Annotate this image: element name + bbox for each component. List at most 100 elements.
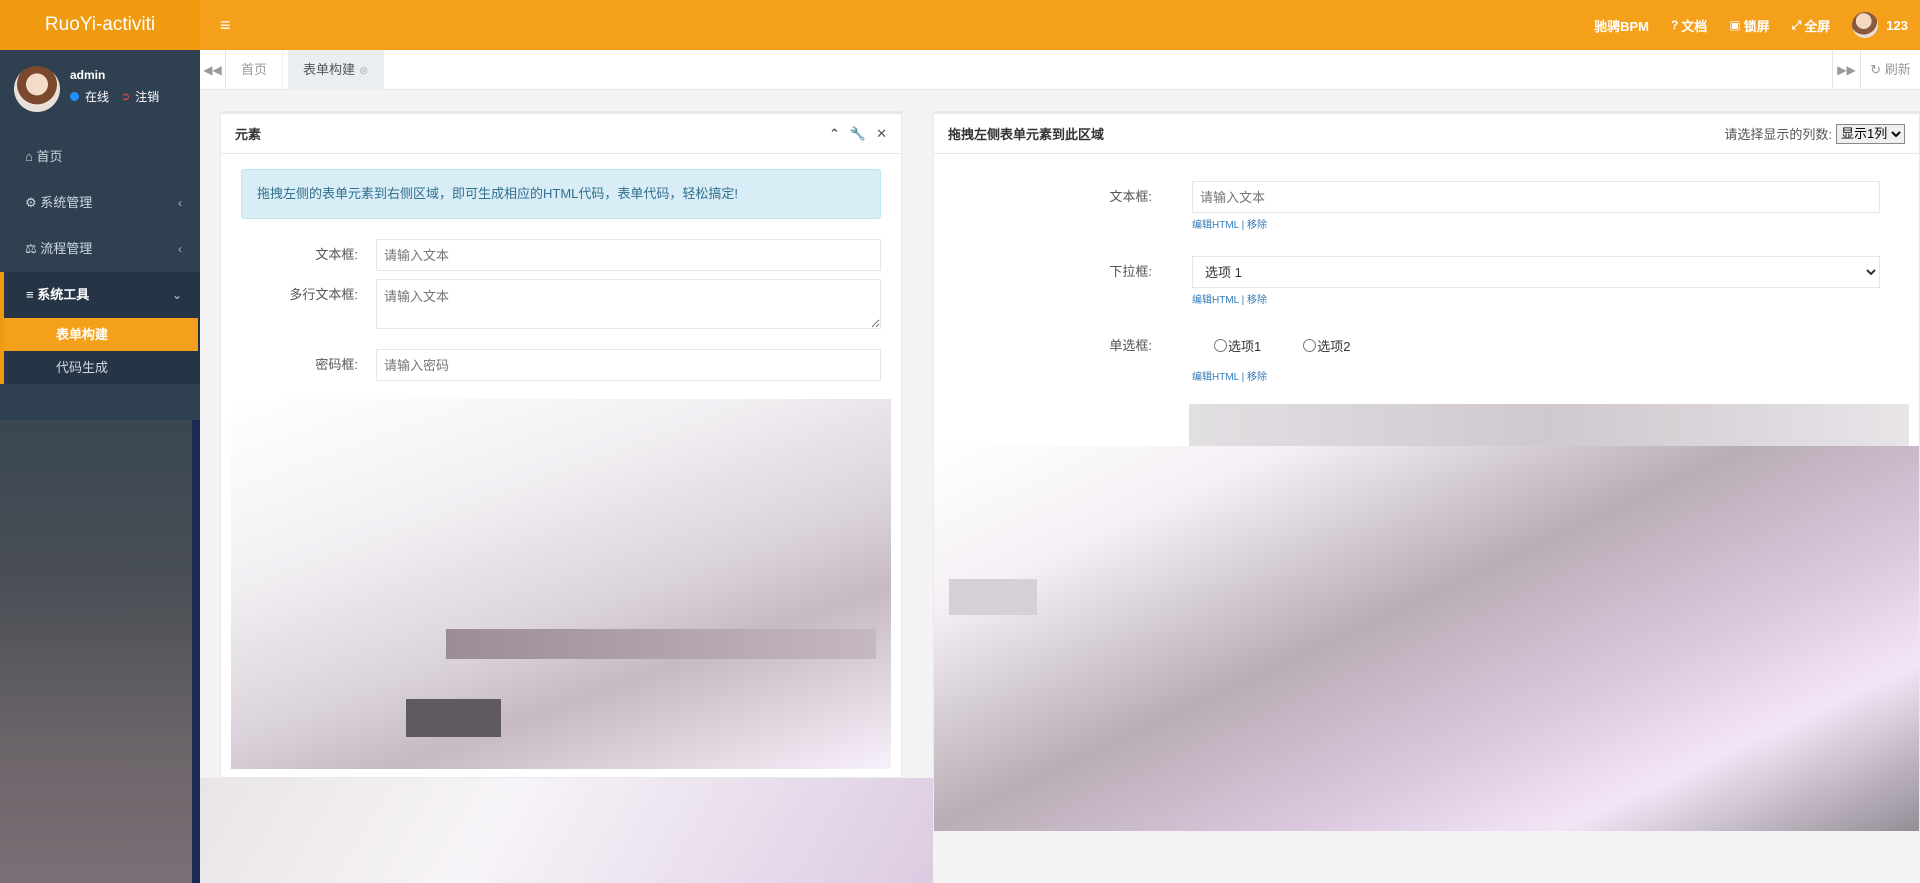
obscured-area bbox=[192, 420, 200, 883]
obscured-area bbox=[0, 420, 200, 883]
gear-icon: ⚙ bbox=[25, 195, 37, 210]
panel-title: 拖拽左侧表单元素到此区域 bbox=[948, 127, 1105, 142]
password-label: 密码框: bbox=[315, 357, 358, 372]
app-logo[interactable]: RuoYi-activiti bbox=[0, 0, 200, 50]
sidebar-item-home[interactable]: ⌂ 首页 bbox=[0, 134, 200, 180]
form-canvas-panel: 拖拽左侧表单元素到此区域 请选择显示的列数: 显示1列 文本框: 编辑HTML … bbox=[933, 111, 1920, 831]
info-alert: 拖拽左侧的表单元素到右侧区域，即可生成相应的HTML代码，表单代码，轻松搞定! bbox=[241, 169, 881, 219]
dropdown-select[interactable]: 选项 1 bbox=[1192, 256, 1880, 288]
radio-option-1[interactable]: 选项1 bbox=[1214, 336, 1261, 355]
sidebar-submenu-tools: 表单构建 代码生成 bbox=[0, 318, 200, 384]
close-icon[interactable]: ✕ bbox=[876, 126, 887, 142]
edit-html-link[interactable]: 编辑HTML bbox=[1192, 295, 1239, 306]
obscured-area bbox=[406, 699, 501, 737]
chevron-left-icon: ‹ bbox=[178, 242, 182, 256]
text-field-label: 文本框: bbox=[315, 247, 358, 262]
online-label: 在线 bbox=[85, 90, 110, 104]
sidebar-profile: admin 在线 ➲ 注销 bbox=[0, 50, 200, 120]
user-name: 123 bbox=[1886, 17, 1908, 33]
user-menu[interactable]: 123 bbox=[1852, 12, 1908, 38]
chevron-left-icon: ‹ bbox=[178, 196, 182, 210]
text-input[interactable] bbox=[376, 239, 881, 271]
fullscreen-label: 全屏 bbox=[1804, 18, 1831, 34]
remove-link[interactable]: 移除 bbox=[1247, 220, 1267, 231]
tabs-next-icon[interactable]: ▶▶ bbox=[1832, 50, 1860, 90]
profile-name: admin bbox=[70, 68, 106, 82]
password-input[interactable] bbox=[376, 349, 881, 381]
balance-icon: ⚖ bbox=[25, 241, 37, 256]
close-icon[interactable]: ⊗ bbox=[359, 65, 368, 77]
form-group-password: 密码框: bbox=[241, 349, 881, 381]
separator: | bbox=[1241, 220, 1245, 231]
chevron-down-icon: ⌄ bbox=[171, 288, 182, 302]
columns-select[interactable]: 显示1列 bbox=[1836, 123, 1905, 144]
sidebar-item-code-gen[interactable]: 代码生成 bbox=[4, 351, 200, 384]
logout-icon[interactable]: ➲ bbox=[121, 90, 130, 103]
edit-html-link[interactable]: 编辑HTML bbox=[1192, 372, 1239, 383]
tab-form-build[interactable]: 表单构建 ⊗ bbox=[288, 50, 385, 90]
sidebar: admin 在线 ➲ 注销 ⌂ 首页 ⚙ 系统管理 ‹ ⚖ 流程管理 ‹ ≡ 系统工… bbox=[0, 50, 200, 883]
tab-home[interactable]: 首页 bbox=[226, 50, 284, 90]
textarea-label: 多行文本框: bbox=[289, 287, 358, 302]
lock-screen-label: 锁屏 bbox=[1743, 18, 1770, 34]
question-icon: ? bbox=[1670, 18, 1679, 32]
sidebar-menu: ⌂ 首页 ⚙ 系统管理 ‹ ⚖ 流程管理 ‹ ≡ 系统工具 ⌄ bbox=[0, 134, 200, 318]
obscured-area bbox=[1189, 404, 1909, 446]
refresh-button[interactable]: ↻ 刷新 bbox=[1860, 50, 1920, 90]
tabs-prev-icon[interactable]: ◀◀ bbox=[200, 50, 226, 90]
radio-group: 选项1 选项2 bbox=[1214, 336, 1350, 355]
logout-link[interactable]: 注销 bbox=[135, 88, 159, 105]
radio-label: 单选框: bbox=[1109, 338, 1152, 353]
columns-select-group: 请选择显示的列数: 显示1列 bbox=[1724, 123, 1905, 144]
top-navbar: RuoYi-activiti ≡ 驰骋BPM ? 文档 ▣ 锁屏 ⤢ 全屏 123 bbox=[0, 0, 1920, 50]
radio-option-2[interactable]: 选项2 bbox=[1303, 336, 1350, 355]
sidebar-item-form-build[interactable]: 表单构建 bbox=[4, 318, 198, 351]
sidebar-item-system[interactable]: ⚙ 系统管理 ‹ bbox=[0, 180, 200, 226]
radio-input[interactable] bbox=[1214, 339, 1227, 352]
sidebar-item-tools[interactable]: ≡ 系统工具 ⌄ bbox=[0, 272, 200, 318]
sidebar-item-label: 流程管理 bbox=[40, 241, 93, 256]
separator: | bbox=[1241, 372, 1245, 383]
home-icon: ⌂ bbox=[25, 149, 33, 164]
radio-option-label: 选项2 bbox=[1317, 339, 1351, 354]
panel-title: 元素 bbox=[235, 127, 262, 142]
fullscreen-link[interactable]: ⤢ 全屏 bbox=[1792, 16, 1831, 35]
panel-header: 拖拽左侧表单元素到此区域 请选择显示的列数: 显示1列 bbox=[934, 114, 1919, 154]
form-group-textarea: 多行文本框: bbox=[241, 279, 881, 329]
docs-link[interactable]: ? 文档 bbox=[1671, 16, 1707, 35]
sidebar-item-label: 首页 bbox=[36, 149, 63, 164]
menu-toggle-icon[interactable]: ≡ bbox=[220, 0, 231, 50]
wrench-icon[interactable]: 🔧 bbox=[850, 126, 866, 142]
bpm-link[interactable]: 驰骋BPM bbox=[1594, 16, 1649, 35]
avatar[interactable] bbox=[14, 66, 60, 112]
sidebar-item-label: 系统管理 bbox=[40, 195, 93, 210]
profile-status: 在线 ➲ 注销 bbox=[70, 88, 159, 105]
text-field-label: 文本框: bbox=[1109, 189, 1152, 204]
docs-link-label: 文档 bbox=[1681, 18, 1708, 34]
textarea-input[interactable] bbox=[376, 279, 881, 329]
sidebar-item-process[interactable]: ⚖ 流程管理 ‹ bbox=[0, 226, 200, 272]
radio-option-label: 选项1 bbox=[1228, 339, 1262, 354]
text-input[interactable] bbox=[1192, 181, 1880, 213]
tab-label: 首页 bbox=[241, 62, 268, 77]
field-actions: 编辑HTML | 移除 bbox=[1192, 368, 1267, 383]
field-actions: 编辑HTML | 移除 bbox=[1192, 291, 1267, 306]
panel-header: 元素 ⌃ 🔧 ✕ bbox=[221, 114, 901, 154]
edit-html-link[interactable]: 编辑HTML bbox=[1192, 220, 1239, 231]
form-group-text: 文本框: bbox=[241, 239, 881, 271]
top-nav-links: 驰骋BPM ? 文档 ▣ 锁屏 ⤢ 全屏 123 bbox=[1594, 0, 1920, 50]
refresh-icon: ↻ bbox=[1870, 62, 1882, 77]
online-status-icon bbox=[70, 92, 79, 101]
panel-tools: ⌃ 🔧 ✕ bbox=[829, 126, 887, 142]
collapse-icon[interactable]: ⌃ bbox=[829, 126, 840, 142]
bars-icon: ≡ bbox=[26, 287, 34, 302]
lock-screen-link[interactable]: ▣ 锁屏 bbox=[1729, 16, 1769, 35]
elements-panel: 元素 ⌃ 🔧 ✕ 拖拽左侧的表单元素到右侧区域，即可生成相应的HTML代码，表单… bbox=[220, 111, 902, 778]
remove-link[interactable]: 移除 bbox=[1247, 295, 1267, 306]
expand-icon: ⤢ bbox=[1791, 17, 1802, 32]
radio-input[interactable] bbox=[1303, 339, 1317, 352]
bpm-link-label: 驰骋BPM bbox=[1594, 18, 1649, 34]
separator: | bbox=[1241, 295, 1245, 306]
tabs-bar: ◀◀ 首页 表单构建 ⊗ ▶▶ ↻ 刷新 bbox=[200, 50, 1920, 90]
remove-link[interactable]: 移除 bbox=[1247, 372, 1267, 383]
